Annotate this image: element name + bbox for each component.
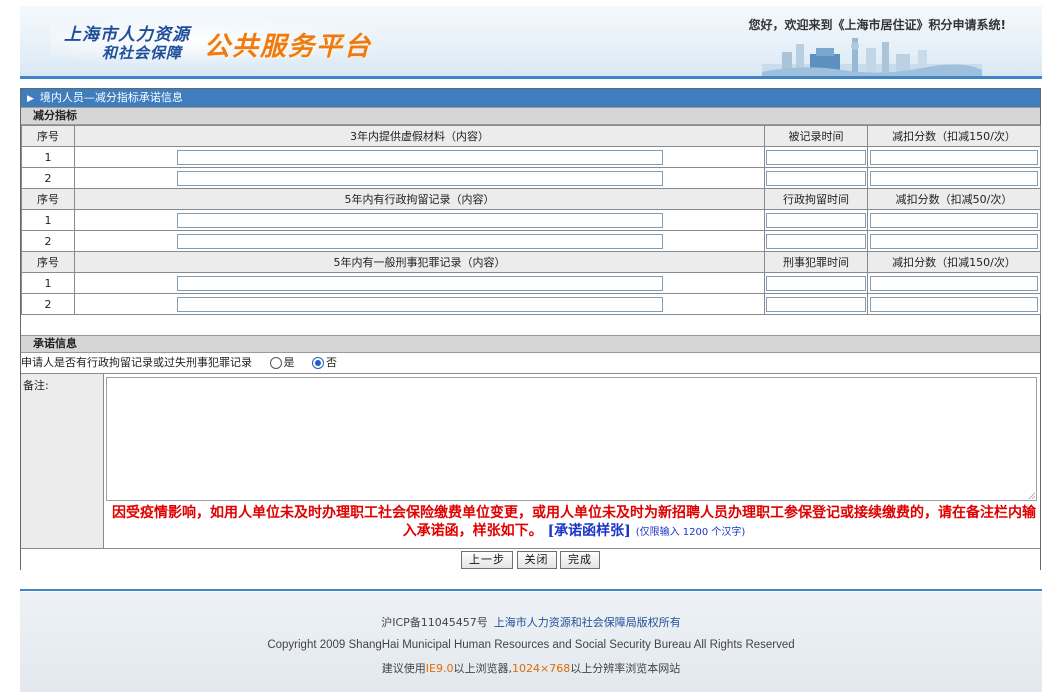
col-time: 行政拘留时间	[764, 188, 868, 210]
col-score: 减扣分数（扣减150/次）	[867, 125, 1041, 147]
col-seq: 序号	[21, 188, 75, 210]
copyright-en: Copyright 2009 ShangHai Municipal Human …	[267, 639, 795, 651]
radio-no[interactable]	[312, 357, 324, 369]
detention-content-input-2[interactable]	[176, 233, 663, 249]
site-footer: 沪ICP备11045457号 上海市人力资源和社会保障局版权所有 Copyrigh…	[20, 592, 1042, 692]
col-seq: 序号	[21, 125, 75, 147]
criminal-time-input-1[interactable]	[766, 275, 866, 291]
triangle-right-icon: ▶	[27, 94, 34, 104]
sample-letter-link[interactable]: [承诺函样张]	[548, 523, 631, 539]
section-deduct-header: 减分指标	[21, 107, 1040, 125]
radio-no-label: 否	[326, 356, 337, 369]
table-row: 2	[21, 167, 1041, 189]
form-title: 境内人员—减分指标承诺信息	[39, 91, 183, 104]
browser-suffix: 以上分辨率浏览本网站	[570, 662, 681, 675]
finish-button[interactable]: 完成	[560, 551, 600, 569]
col-content: 5年内有一般刑事犯罪记录（内容）	[74, 251, 765, 273]
detention-time-input-2[interactable]	[766, 233, 866, 249]
row-seq: 2	[21, 167, 75, 189]
detention-score-input-1[interactable]	[869, 212, 1039, 228]
prev-step-button[interactable]: 上一步	[461, 551, 513, 569]
section-pledge-header: 承诺信息	[21, 335, 1040, 353]
footer-divider	[20, 589, 1042, 591]
close-button[interactable]: 关闭	[516, 551, 557, 569]
detention-content-input-1[interactable]	[176, 212, 663, 228]
deduction-form: ▶ 境内人员—减分指标承诺信息 减分指标 序号 3年内提供虚假材料（内容） 被记录…	[20, 88, 1041, 570]
row-seq: 2	[21, 230, 75, 252]
section-pledge-label: 承诺信息	[33, 337, 77, 350]
table-header-row: 序号 5年内有行政拘留记录（内容） 行政拘留时间 减扣分数（扣减50/次）	[21, 188, 1041, 210]
col-score: 减扣分数（扣减50/次）	[867, 188, 1041, 210]
criminal-content-input-2[interactable]	[176, 296, 663, 312]
remarks-label: 备注:	[21, 374, 104, 548]
radio-yes[interactable]	[269, 357, 282, 369]
deduction-table: 序号 3年内提供虚假材料（内容） 被记录时间 减扣分数（扣减150/次） 1 2…	[21, 125, 1041, 315]
radio-yes-label: 是	[283, 356, 295, 369]
button-row: 上一步 关闭 完成	[21, 548, 1040, 570]
col-time: 刑事犯罪时间	[764, 251, 868, 273]
pledge-question-row: 申请人是否有行政拘留记录或过失刑事犯罪记录 是 否	[21, 353, 1040, 374]
browser-resolution: 1024×768	[511, 662, 571, 675]
form-title-bar: ▶ 境内人员—减分指标承诺信息	[21, 89, 1040, 107]
record-time-input-2[interactable]	[766, 170, 866, 186]
row-seq: 1	[21, 146, 75, 168]
char-limit-note: (仅限输入 1200 个汉字)	[635, 527, 746, 538]
col-seq: 序号	[21, 251, 75, 273]
criminal-score-input-1[interactable]	[869, 275, 1039, 291]
deduct-score-input-2[interactable]	[869, 170, 1039, 186]
section-deduct-label: 减分指标	[33, 109, 77, 122]
deduct-score-input-1[interactable]	[869, 149, 1039, 165]
table-row: 2	[21, 293, 1041, 315]
criminal-time-input-2[interactable]	[766, 296, 866, 312]
remarks-section: 备注: 因受疫情影响，如用人单位未及时办理职工社会保险缴费单位变更，或用人单位未…	[21, 374, 1040, 548]
col-content: 5年内有行政拘留记录（内容）	[74, 188, 765, 210]
table-header-row: 序号 3年内提供虚假材料（内容） 被记录时间 减扣分数（扣减150/次）	[21, 125, 1041, 147]
col-time: 被记录时间	[764, 125, 868, 147]
remarks-textarea[interactable]	[106, 377, 1037, 501]
welcome-text: 您好，欢迎来到《上海市居住证》积分申请系统!	[748, 18, 1006, 32]
detention-score-input-2[interactable]	[869, 233, 1039, 249]
row-seq: 2	[21, 293, 75, 315]
false-material-content-input-2[interactable]	[176, 170, 663, 186]
city-skyline-icon	[762, 38, 982, 76]
table-row: 1	[21, 209, 1041, 231]
criminal-content-input-1[interactable]	[176, 275, 663, 291]
icp-number: 沪ICP备11045457号	[381, 616, 488, 629]
covid-notice: 因受疫情影响，如用人单位未及时办理职工社会保险缴费单位变更，或用人单位未及时为新…	[109, 504, 1039, 542]
detention-time-input-1[interactable]	[766, 212, 866, 228]
pledge-question: 申请人是否有行政拘留记录或过失刑事犯罪记录	[21, 356, 252, 369]
site-header: 上海市人力资源 和社会保障 公共服务平台 您好，欢迎来到《上海市居住证》积分申请…	[20, 6, 1042, 76]
logo-line2: 和社会保障	[102, 44, 183, 62]
table-row: 1	[21, 146, 1041, 168]
false-material-content-input-1[interactable]	[176, 149, 663, 165]
row-seq: 1	[21, 209, 75, 231]
platform-title: 公共服务平台	[204, 32, 373, 62]
record-time-input-1[interactable]	[766, 149, 866, 165]
table-header-row: 序号 5年内有一般刑事犯罪记录（内容） 刑事犯罪时间 减扣分数（扣减150/次）	[21, 251, 1041, 273]
browser-ie: IE9.0	[425, 662, 454, 675]
browser-mid: 以上浏览器,	[453, 662, 512, 675]
browser-prefix: 建议使用	[381, 662, 426, 675]
copyright-link[interactable]: 上海市人力资源和社会保障局版权所有	[494, 616, 681, 629]
col-content: 3年内提供虚假材料（内容）	[74, 125, 765, 147]
row-seq: 1	[21, 272, 75, 294]
header-divider	[20, 76, 1042, 79]
table-row: 2	[21, 230, 1041, 252]
criminal-score-input-2[interactable]	[869, 296, 1039, 312]
table-row: 1	[21, 272, 1041, 294]
col-score: 减扣分数（扣减150/次）	[867, 251, 1041, 273]
